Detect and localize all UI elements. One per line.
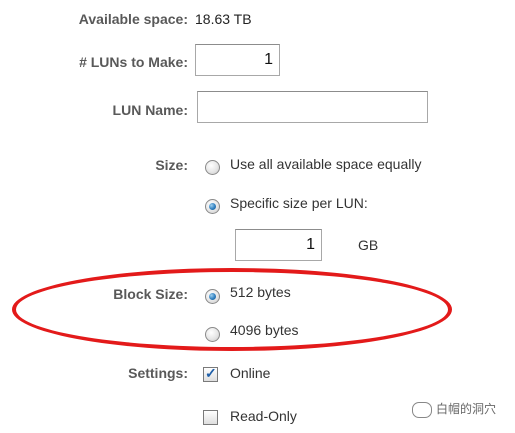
read-only-checkbox[interactable] [203, 410, 218, 425]
checkmark-icon: ✓ [205, 365, 217, 381]
size-specific-label[interactable]: Specific size per LUN: [230, 195, 368, 211]
lun-name-label: LUN Name: [112, 102, 188, 118]
online-label[interactable]: Online [230, 365, 270, 381]
annotation-ellipse [12, 268, 452, 351]
size-equal-label[interactable]: Use all available space equally [230, 156, 421, 172]
size-value-input[interactable]: 1 [235, 229, 322, 261]
block-size-512-label[interactable]: 512 bytes [230, 284, 291, 300]
luns-to-make-label: # LUNs to Make: [79, 54, 188, 70]
size-equal-radio[interactable] [205, 160, 220, 175]
block-size-label: Block Size: [113, 286, 188, 302]
size-unit-label: GB [358, 237, 379, 253]
block-size-512-radio[interactable] [205, 289, 220, 304]
block-size-4096-label[interactable]: 4096 bytes [230, 322, 299, 338]
wechat-icon [412, 401, 432, 418]
watermark: 白帽的洞穴 [412, 400, 496, 418]
available-space-value: 18.63 TB [195, 11, 252, 27]
available-space-label: Available space: [78, 11, 188, 27]
luns-to-make-input[interactable]: 1 [195, 44, 280, 76]
lun-name-input[interactable] [197, 91, 428, 123]
read-only-label[interactable]: Read-Only [230, 408, 297, 424]
size-label: Size: [155, 157, 188, 173]
size-specific-radio[interactable] [205, 199, 220, 214]
block-size-4096-radio[interactable] [205, 327, 220, 342]
online-checkbox[interactable]: ✓ [203, 365, 218, 382]
watermark-text: 白帽的洞穴 [436, 402, 497, 416]
settings-label: Settings: [128, 365, 188, 381]
